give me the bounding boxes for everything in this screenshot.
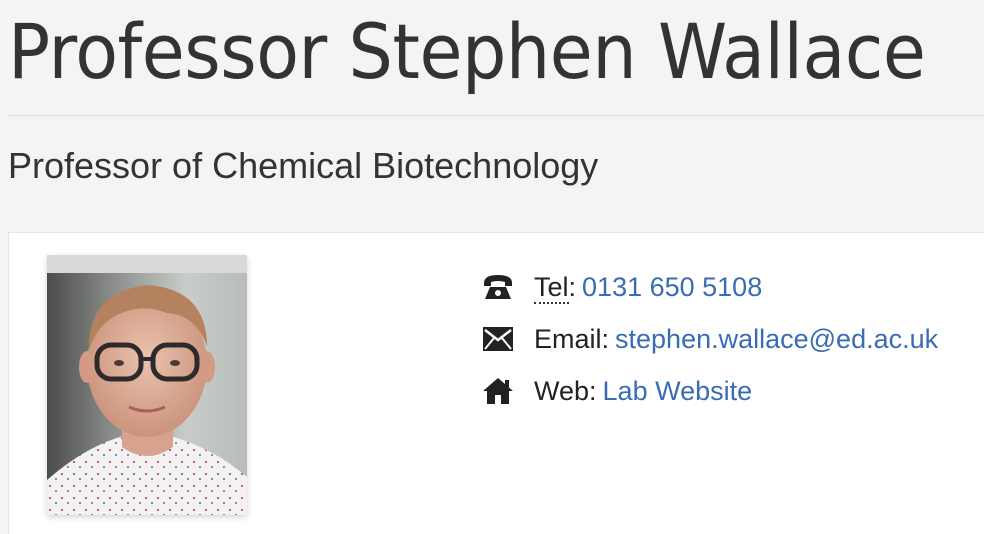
- page-title: Professor Stephen Wallace: [8, 7, 926, 96]
- tel-abbr: Tel: [534, 271, 569, 304]
- contact-web: Web: Lab Website: [481, 365, 938, 417]
- tel-colon: :: [568, 271, 577, 302]
- phone-icon: [481, 270, 515, 304]
- profile-photo: [47, 255, 247, 515]
- contact-list: Tel: 0131 650 5108 Email: stephen.wallac…: [481, 261, 938, 417]
- email-label: Email:: [534, 323, 610, 354]
- contact-email: Email: stephen.wallace@ed.ac.uk: [481, 313, 938, 365]
- web-link[interactable]: Lab Website: [603, 376, 753, 407]
- tel-link[interactable]: 0131 650 5108: [582, 272, 762, 303]
- tel-label: Tel:: [534, 271, 577, 304]
- web-label: Web:: [534, 375, 597, 406]
- email-link[interactable]: stephen.wallace@ed.ac.uk: [615, 324, 938, 355]
- position-title: Professor of Chemical Biotechnology: [8, 145, 599, 186]
- envelope-icon: [481, 322, 515, 356]
- divider: [8, 115, 984, 116]
- home-icon: [481, 374, 515, 408]
- profile-card: Tel: 0131 650 5108 Email: stephen.wallac…: [8, 232, 984, 534]
- contact-tel: Tel: 0131 650 5108: [481, 261, 938, 313]
